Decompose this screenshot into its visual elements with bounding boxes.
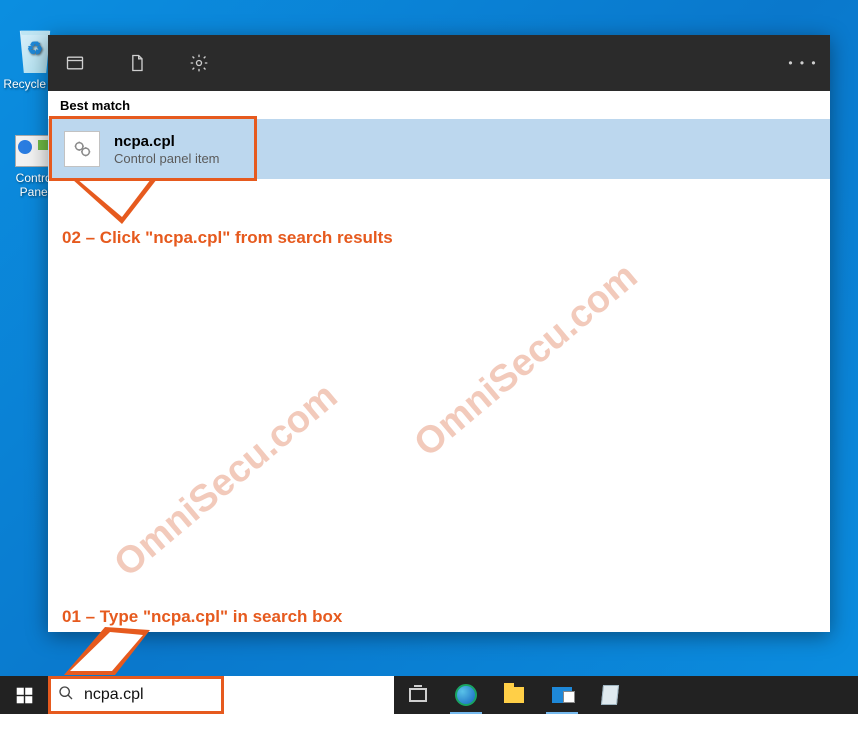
more-options-button[interactable]: • • • (784, 44, 822, 82)
notepad-button[interactable] (586, 676, 634, 714)
search-input[interactable] (84, 686, 384, 704)
control-panel-item-icon (64, 131, 100, 167)
task-view-icon (409, 688, 427, 702)
mail-icon (552, 687, 572, 703)
best-match-heading: Best match (48, 91, 830, 119)
search-result-title: ncpa.cpl (114, 133, 220, 150)
mail-app-button[interactable] (538, 676, 586, 714)
folder-icon (504, 687, 524, 703)
filter-all-icon[interactable] (56, 44, 94, 82)
annotation-callout-arrow (72, 179, 162, 229)
filter-documents-icon[interactable] (118, 44, 156, 82)
watermark-text: OmniSecu.com (407, 255, 647, 466)
search-panel-header: • • • (48, 35, 830, 91)
search-icon (58, 685, 74, 705)
search-result-item[interactable]: ncpa.cpl Control panel item (48, 119, 830, 179)
file-explorer-button[interactable] (490, 676, 538, 714)
taskbar-search-box[interactable] (48, 676, 394, 714)
taskbar (0, 676, 858, 714)
watermark-text: OmniSecu.com (107, 375, 347, 586)
search-result-subtitle: Control panel item (114, 151, 220, 166)
annotation-step-01: 01 – Type "ncpa.cpl" in search box (62, 607, 342, 627)
notepad-icon (601, 685, 619, 705)
start-button[interactable] (0, 676, 48, 714)
search-result-text: ncpa.cpl Control panel item (114, 133, 220, 166)
task-view-button[interactable] (394, 676, 442, 714)
edge-icon (455, 684, 477, 706)
taskbar-pinned-apps (394, 676, 634, 714)
annotation-callout-arrow (60, 627, 150, 677)
search-results-panel: • • • Best match ncpa.cpl Control panel … (48, 35, 830, 632)
edge-browser-button[interactable] (442, 676, 490, 714)
annotation-step-02: 02 – Click "ncpa.cpl" from search result… (62, 228, 393, 248)
filter-settings-icon[interactable] (180, 44, 218, 82)
page-bottom-margin (0, 714, 858, 746)
